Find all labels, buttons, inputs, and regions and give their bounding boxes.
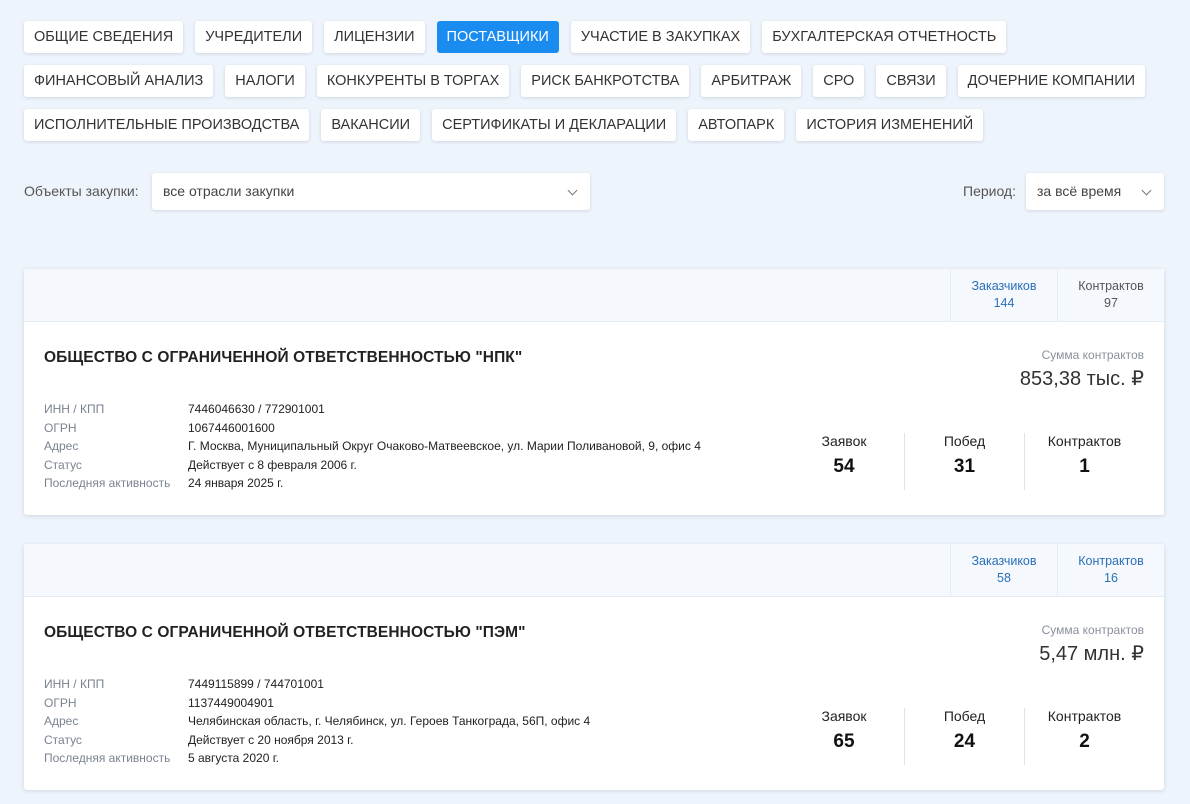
stat-applications: Заявок 65 bbox=[784, 708, 904, 765]
contracts-label: Контрактов bbox=[1078, 554, 1144, 568]
stat-label: Заявок bbox=[821, 708, 867, 724]
sum-label: Сумма контрактов bbox=[1041, 623, 1144, 637]
stat-value: 54 bbox=[833, 456, 855, 477]
tab-competitors[interactable]: Конкуренты в торгах bbox=[316, 65, 510, 97]
tab-accounting[interactable]: Бухгалтерская отчетность bbox=[762, 21, 1007, 53]
company-details: ИНН / КПП 7446046630 / 772901001 ОГРН 1067… bbox=[44, 400, 701, 493]
inn-value: 7446046630 / 772901001 bbox=[188, 402, 325, 416]
tab-fleet[interactable]: Автопарк bbox=[688, 109, 785, 141]
last-activity-value: 24 января 2025 г. bbox=[188, 476, 284, 490]
tab-licenses[interactable]: Лицензии bbox=[324, 21, 425, 53]
customers-value: 144 bbox=[993, 296, 1015, 310]
tab-history[interactable]: История изменений bbox=[796, 109, 984, 141]
customers-count[interactable]: Заказчиков 144 bbox=[950, 269, 1057, 322]
customers-label: Заказчиков bbox=[971, 554, 1037, 568]
inn-value: 7449115899 / 744701001 bbox=[188, 677, 324, 691]
stat-wins: Побед 31 bbox=[904, 433, 1024, 490]
customers-label: Заказчиков bbox=[971, 279, 1037, 293]
chevron-down-icon bbox=[567, 185, 578, 196]
contracts-count: Контрактов 97 bbox=[1057, 269, 1164, 322]
company-name[interactable]: ОБЩЕСТВО С ОГРАНИЧЕННОЙ ОТВЕТСТВЕННОСТЬЮ… bbox=[44, 349, 522, 367]
tab-general[interactable]: Общие сведения bbox=[24, 21, 184, 53]
tab-certificates[interactable]: Сертификаты и декларации bbox=[432, 109, 677, 141]
stat-label: Побед bbox=[943, 433, 986, 449]
customers-value: 58 bbox=[997, 571, 1011, 585]
card-stats: Заявок 54 Побед 31 Контрактов 1 bbox=[784, 433, 1144, 490]
stat-label: Контрактов bbox=[1047, 708, 1122, 724]
stat-value: 2 bbox=[1079, 731, 1090, 752]
card-header: Заказчиков 58 Контрактов 16 bbox=[24, 544, 1164, 597]
address-label: Адрес bbox=[44, 439, 79, 453]
card-header: Заказчиков 144 Контрактов 97 bbox=[24, 269, 1164, 322]
stat-value: 1 bbox=[1079, 456, 1090, 477]
stat-label: Контрактов bbox=[1047, 433, 1122, 449]
card-stats: Заявок 65 Побед 24 Контрактов 2 bbox=[784, 708, 1144, 765]
objects-select[interactable]: все отрасли закупки bbox=[152, 173, 590, 210]
last-activity-value: 5 августа 2020 г. bbox=[188, 751, 279, 765]
address-value: Челябинская область, г. Челябинск, ул. Г… bbox=[188, 714, 591, 728]
ogrn-label: ОГРН bbox=[44, 420, 77, 435]
status-value: Действует с 20 ноября 2013 г. bbox=[188, 732, 354, 747]
stat-value: 31 bbox=[953, 456, 976, 477]
status-label: Статус bbox=[44, 732, 82, 747]
tab-procurement[interactable]: Участие в закупках bbox=[570, 21, 751, 53]
status-value: Действует с 8 февраля 2006 г. bbox=[188, 457, 357, 472]
supplier-card: Заказчиков 58 Контрактов 16 ОБЩЕСТВО С О… bbox=[24, 544, 1164, 790]
tab-enforcement[interactable]: Исполнительные производства bbox=[24, 109, 310, 141]
inn-label: ИНН / КПП bbox=[44, 402, 105, 416]
last-activity-label: Последняя активность bbox=[44, 476, 171, 490]
tab-vacancies[interactable]: Вакансии bbox=[321, 109, 421, 141]
objects-label: Объекты закупки: bbox=[24, 183, 139, 199]
stat-contracts: Контрактов 1 bbox=[1024, 433, 1144, 490]
stat-value: 24 bbox=[953, 731, 976, 752]
contracts-label: Контрактов bbox=[1078, 279, 1144, 293]
tab-taxes[interactable]: Налоги bbox=[225, 65, 305, 97]
period-select-value: за всё время bbox=[1037, 183, 1122, 199]
sum-value: 853,38 тыс. ₽ bbox=[1019, 368, 1144, 390]
period-label: Период: bbox=[963, 183, 1016, 199]
inn-label: ИНН / КПП bbox=[44, 677, 105, 691]
stat-contracts: Контрактов 2 bbox=[1024, 708, 1144, 765]
ogrn-value: 1067446001600 bbox=[188, 420, 275, 435]
address-value: Г. Москва, Муниципальный Округ Очаково-М… bbox=[188, 439, 701, 453]
tab-subsidiaries[interactable]: Дочерние компании bbox=[957, 65, 1146, 97]
contracts-value: 16 bbox=[1104, 571, 1118, 585]
sum-label: Сумма контрактов bbox=[1041, 348, 1144, 362]
ogrn-value: 1137449004901 bbox=[188, 695, 274, 710]
ogrn-label: ОГРН bbox=[44, 695, 77, 710]
company-details: ИНН / КПП 7449115899 / 744701001 ОГРН 1137… bbox=[44, 675, 590, 768]
contracts-count[interactable]: Контрактов 16 bbox=[1057, 544, 1164, 597]
period-select[interactable]: за всё время bbox=[1026, 173, 1164, 210]
tab-financial-analysis[interactable]: Финансовый анализ bbox=[24, 65, 214, 97]
objects-select-value: все отрасли закупки bbox=[163, 183, 295, 199]
tab-sro[interactable]: СРО bbox=[813, 65, 865, 97]
stat-applications: Заявок 54 bbox=[784, 433, 904, 490]
supplier-card: Заказчиков 144 Контрактов 97 ОБЩЕСТВО С … bbox=[24, 269, 1164, 515]
stat-value: 65 bbox=[833, 731, 855, 752]
address-label: Адрес bbox=[44, 714, 79, 728]
filters-bar: Объекты закупки: все отрасли закупки Пер… bbox=[24, 173, 1164, 210]
stat-wins: Побед 24 bbox=[904, 708, 1024, 765]
chevron-down-icon bbox=[1141, 185, 1152, 196]
customers-count[interactable]: Заказчиков 58 bbox=[950, 544, 1057, 597]
company-name[interactable]: ОБЩЕСТВО С ОГРАНИЧЕННОЙ ОТВЕТСТВЕННОСТЬЮ… bbox=[44, 624, 526, 642]
tab-suppliers[interactable]: Поставщики bbox=[436, 21, 559, 53]
tab-arbitration[interactable]: Арбитраж bbox=[701, 65, 802, 97]
section-tabs: Общие сведения Учредители Лицензии Поста… bbox=[24, 21, 1174, 141]
status-label: Статус bbox=[44, 457, 82, 472]
tab-founders[interactable]: Учредители bbox=[195, 21, 313, 53]
stat-label: Заявок bbox=[821, 433, 867, 449]
contracts-value: 97 bbox=[1104, 296, 1118, 310]
last-activity-label: Последняя активность bbox=[44, 751, 171, 765]
sum-value: 5,47 млн. ₽ bbox=[1039, 643, 1144, 665]
tab-connections[interactable]: Связи bbox=[876, 65, 946, 97]
stat-label: Побед bbox=[943, 708, 986, 724]
tab-bankruptcy-risk[interactable]: Риск банкротства bbox=[521, 65, 690, 97]
